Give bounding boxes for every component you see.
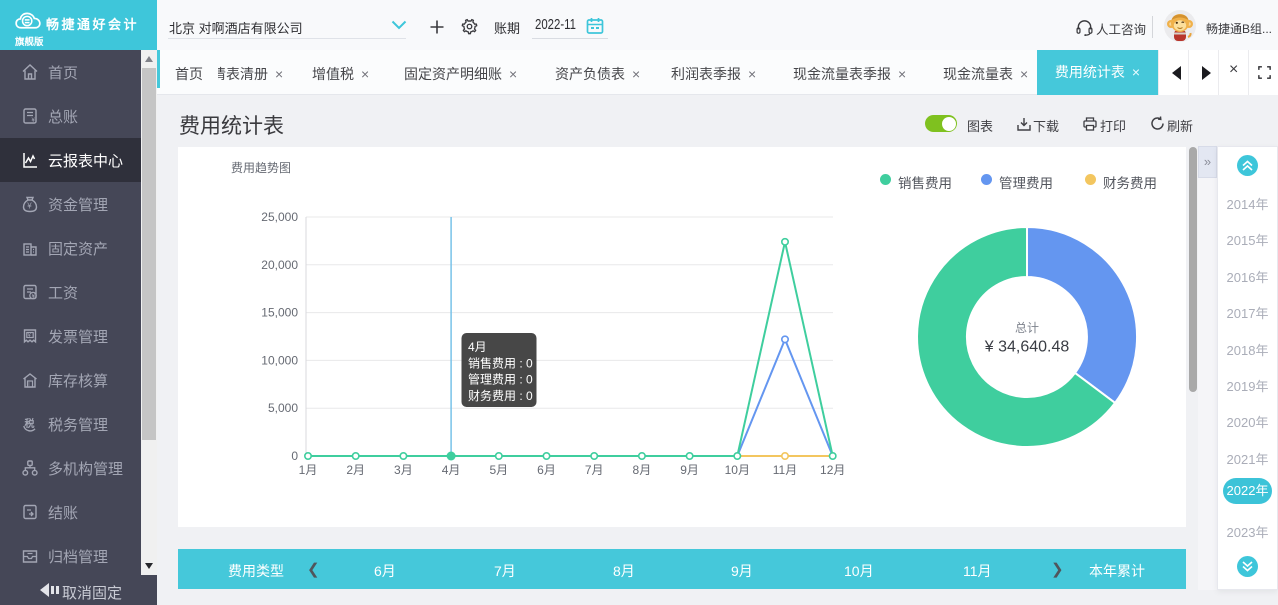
svg-text:4月: 4月 (468, 340, 487, 354)
svg-text:¥: ¥ (26, 202, 32, 211)
svg-text:销售费用 : 0: 销售费用 : 0 (468, 355, 533, 370)
svg-text:25,000: 25,000 (261, 210, 298, 224)
svg-text:10,000: 10,000 (261, 353, 298, 367)
svg-text:9月: 9月 (680, 463, 699, 477)
svg-text:5,000: 5,000 (268, 401, 298, 415)
svg-text:11月: 11月 (773, 463, 797, 477)
svg-text:财务费用 : 0: 财务费用 : 0 (468, 388, 533, 403)
svg-text:1月: 1月 (299, 463, 318, 477)
svg-text:6月: 6月 (537, 463, 556, 477)
svg-text:税: 税 (25, 417, 35, 430)
svg-text:20,000: 20,000 (261, 258, 298, 272)
svg-text:0: 0 (291, 449, 298, 463)
svg-text:8月: 8月 (633, 463, 652, 477)
svg-text:5月: 5月 (489, 463, 508, 477)
svg-text:4月: 4月 (442, 463, 461, 477)
svg-text:¥ 34,640.48: ¥ 34,640.48 (984, 339, 1070, 356)
svg-text:7月: 7月 (585, 463, 604, 477)
svg-text:总计: 总计 (1015, 321, 1039, 335)
svg-text:管理费用 : 0: 管理费用 : 0 (468, 372, 533, 387)
svg-text:12月: 12月 (820, 463, 845, 477)
svg-text:2月: 2月 (346, 463, 365, 477)
svg-text:3月: 3月 (394, 463, 413, 477)
svg-text:15,000: 15,000 (261, 306, 298, 320)
svg-text:10月: 10月 (725, 463, 750, 477)
